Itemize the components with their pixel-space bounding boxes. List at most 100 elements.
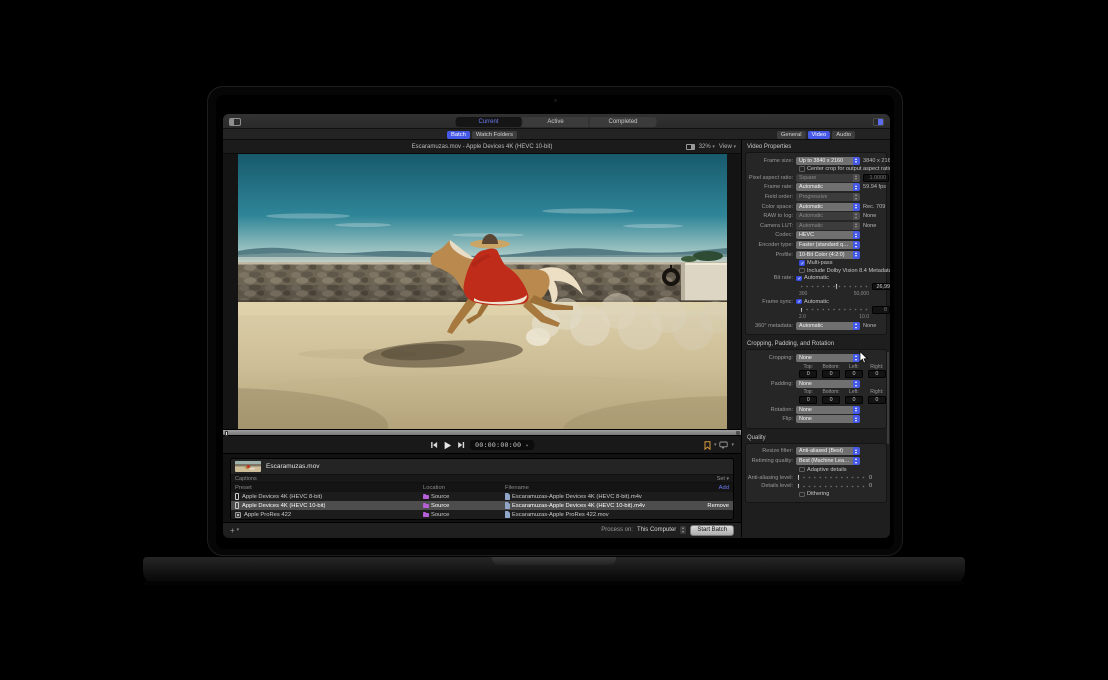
crop-bottom-field[interactable]: 0 [822,370,840,378]
frame-size-select[interactable]: Up to 3840 x 2160 [796,157,860,165]
codec-label: Codec: [746,232,796,238]
tab-completed[interactable]: Completed [590,117,657,127]
view-menu[interactable]: View ▾ [719,144,736,150]
laptop-base [143,557,965,585]
slider-thumb[interactable] [797,483,800,489]
source-row[interactable]: Escaramuzas.mov [231,459,733,474]
captions-set-menu[interactable]: Set ▾ [717,476,729,482]
tab-video[interactable]: Video [808,131,831,139]
tab-batch[interactable]: Batch [447,131,470,139]
timecode-display[interactable]: 00:00:00:00 ▾ [470,440,534,450]
source-thumbnail[interactable] [235,461,261,472]
folder-icon [423,513,429,518]
raw-to-log-info: None [863,213,876,219]
tab-watch-folders[interactable]: Watch Folders [472,131,517,139]
cropping-section-title: Cropping, Padding, and Rotation [742,338,890,349]
table-row-hevc-10bit-selected[interactable]: Apple Devices 4K (HEVC 10-bit) Source Es… [231,501,733,510]
codec-select[interactable]: HEVC [796,231,860,239]
crop-left-field[interactable]: 0 [845,370,863,378]
mouse-cursor-icon [859,351,868,364]
subtab-row: Batch Watch Folders General Video Audio [223,129,890,140]
inspector-toggle-icon[interactable] [873,118,884,126]
table-row-hevc-8bit[interactable]: Apple Devices 4K (HEVC 8-bit) Source Esc… [231,492,733,501]
play-icon[interactable] [443,441,452,450]
chevron-down-icon[interactable]: ▾ [714,442,717,448]
padding-select[interactable]: None [796,380,860,388]
skip-back-icon[interactable] [430,441,438,449]
pixel-aspect-select[interactable]: Square [796,174,860,182]
field-order-select[interactable]: Progressive [796,193,860,201]
tab-audio[interactable]: Audio [832,131,855,139]
remove-output-link[interactable]: Remove [695,503,729,509]
popup-arrows-icon [853,231,860,239]
timeline-scrubber[interactable] [223,429,741,436]
dolby-vision-checkbox[interactable] [799,268,805,274]
start-batch-button[interactable]: Start Batch [690,525,734,536]
pixel-aspect-field[interactable]: 1.0000 [863,174,889,182]
crop-right-field[interactable]: 0 [868,370,886,378]
tab-current[interactable]: Current [456,117,523,127]
pad-top-field[interactable]: 0 [799,396,817,404]
profile-select[interactable]: 10-Bit Color (4:2:0) [796,251,860,259]
retiming-quality-select[interactable]: Best (Machine Learni… [796,457,860,465]
chevron-down-icon[interactable]: ▾ [731,442,734,448]
column-location: Location [423,485,505,491]
status-segmented-control: Current Active Completed [456,117,657,127]
dithering-checkbox[interactable] [799,492,805,498]
add-output-link[interactable]: Add [695,485,729,491]
transport-bar: 00:00:00:00 ▾ ▾ ▾ [223,436,741,454]
inspector-scrollbar[interactable] [887,352,889,444]
raw-to-log-select[interactable]: Automatic [796,212,860,220]
crop-top-field[interactable]: 0 [799,370,817,378]
adaptive-details-checkbox[interactable] [799,467,805,473]
slider-thumb[interactable] [800,307,803,313]
add-job-button[interactable]: +▾ [230,526,239,535]
slider-thumb[interactable] [797,474,800,480]
bit-rate-slider[interactable] [799,283,869,290]
location-value: Source [431,512,449,518]
tab-active[interactable]: Active [523,117,590,127]
marker-icon[interactable] [719,441,728,449]
multi-pass-checkbox[interactable] [799,260,805,266]
pad-bottom-field[interactable]: 0 [822,396,840,404]
pad-right-field[interactable]: 0 [868,396,886,404]
playhead[interactable] [225,431,228,436]
video-preview[interactable] [223,154,741,429]
cropping-select[interactable]: None [796,354,860,362]
color-space-select[interactable]: Automatic [796,203,860,211]
frame-sync-field[interactable]: 8 [872,306,890,314]
bit-rate-field[interactable]: 26,999 [872,283,890,291]
flip-select[interactable]: None [796,415,860,423]
camera-lut-select[interactable]: Automatic [796,222,860,230]
resize-filter-select[interactable]: Anti-aliased (Best) [796,447,860,455]
zoom-level-menu[interactable]: 32% ▾ [699,144,715,150]
frame-sync-slider[interactable] [799,306,869,313]
frame-sync-automatic-checkbox[interactable] [796,299,802,305]
preview-titlebar: Escaramuzas.mov - Apple Devices 4K (HEVC… [223,140,741,154]
slider-thumb[interactable] [835,283,838,289]
quality-panel: Resize filter: Anti-aliased (Best) Retim… [745,443,887,503]
adaptive-details-label: Adaptive details [807,467,847,473]
sidebar-toggle-icon[interactable] [229,118,241,126]
anti-aliasing-slider[interactable] [796,474,866,481]
metadata-360-label: 360° metadata: [746,323,796,329]
rotation-select[interactable]: None [796,406,860,414]
padding-label: Padding: [746,381,796,387]
table-row-prores-422[interactable]: Apple ProRes 422 Source Escaramuzas-Appl… [231,510,733,519]
bit-rate-automatic-checkbox[interactable] [796,276,802,282]
compare-view-icon[interactable] [686,144,695,150]
encoder-type-select[interactable]: Faster (standard qua… [796,241,860,249]
center-crop-checkbox[interactable] [799,166,805,172]
skip-forward-icon[interactable] [457,441,465,449]
tab-general[interactable]: General [777,131,806,139]
details-level-slider[interactable] [796,483,866,490]
frame-rate-select[interactable]: Automatic [796,183,860,191]
resize-filter-label: Resize filter: [746,448,796,454]
bookmark-icon[interactable] [704,441,711,450]
popup-arrows-icon [853,174,860,182]
window-titlebar: Current Active Completed [223,114,890,129]
pad-left-field[interactable]: 0 [845,396,863,404]
process-on-stepper[interactable] [680,526,686,534]
metadata-360-select[interactable]: Automatic [796,322,860,330]
column-preset: Preset [235,485,423,491]
